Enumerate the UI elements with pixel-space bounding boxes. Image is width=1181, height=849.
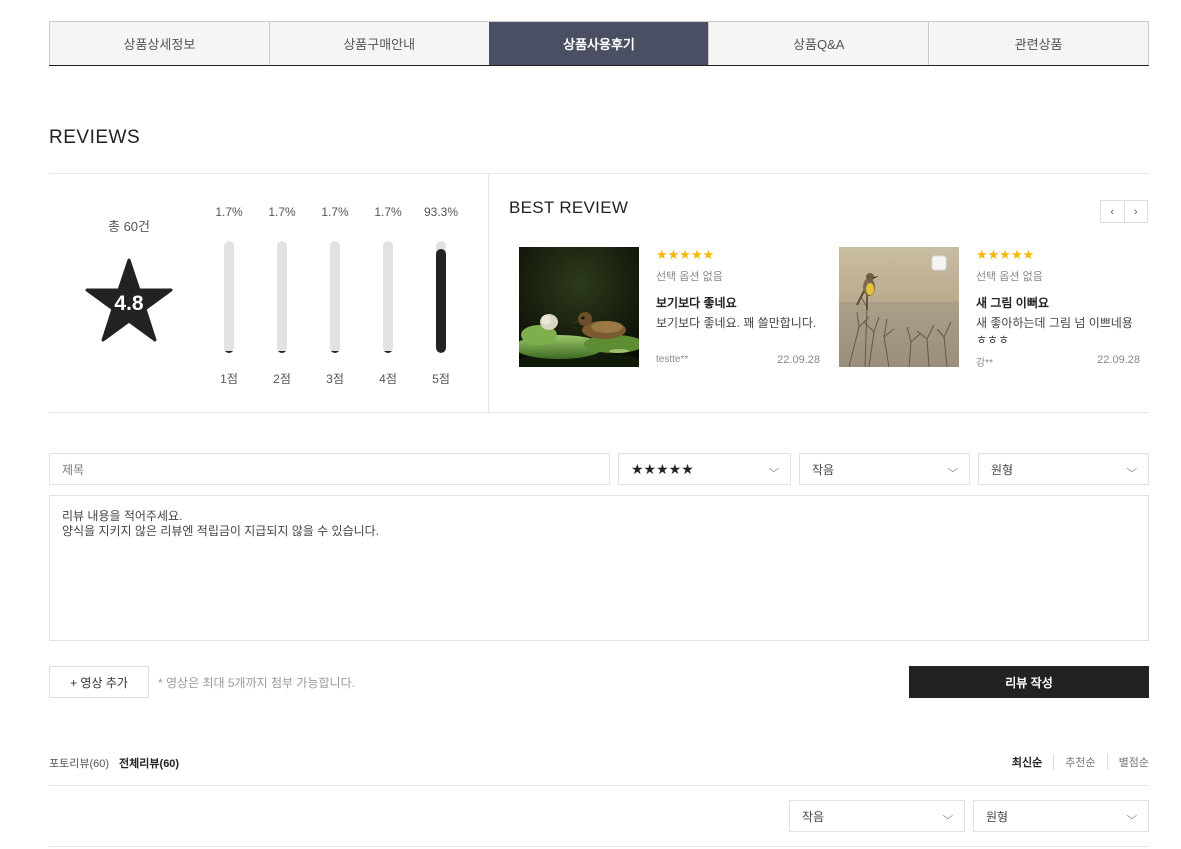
review-option: 선택 옵션 없음 [976,271,1043,283]
review-title: 새 그림 이뻐요 [976,296,1049,310]
rating-label: 5점 [432,372,450,386]
rating-label: 3점 [326,372,344,386]
rating-label: 1점 [220,372,238,386]
rating-bar-track [436,241,446,353]
sort-latest[interactable]: 최신순 [1001,754,1053,770]
review-title-input[interactable]: 제목 [49,453,610,485]
tab-detail[interactable]: 상품상세정보 [49,22,269,65]
chevron-right-icon[interactable]: › [1123,201,1148,222]
rating-bar-fill [383,350,393,353]
rating-bar-2: 1.7% 2점 [262,205,302,387]
submit-review-button[interactable]: 리뷰 작성 [909,666,1149,698]
tab-all-reviews[interactable]: 전체리뷰(60) [119,755,179,771]
chevron-down-icon: ⌵ [1126,463,1138,475]
tab-related[interactable]: 관련상품 [928,22,1149,65]
divider [488,174,489,412]
rating-label: 2점 [273,372,291,386]
rating-bar-fill [330,350,340,353]
divider [49,785,1149,786]
best-review-heading: BEST REVIEW [509,198,629,217]
rating-percent: 1.7% [321,205,349,219]
add-video-button[interactable]: + 영상 추가 [49,666,149,698]
rating-bar-track [277,241,287,353]
divider [49,846,1149,847]
review-summary: 총 60건 4.8 1.7% 1점 1.7% 2점 1.7% 3점 1.7% 4… [49,173,1149,413]
rating-bar-fill [224,350,234,353]
rating-percent: 1.7% [268,205,296,219]
best-review-card[interactable]: ★★★★★ 선택 옵션 없음 새 그림 이뻐요 새 좋아하는데 그림 넘 이쁘네… [839,247,1140,369]
rating-percent: 1.7% [215,205,243,219]
rating-percent: 1.7% [374,205,402,219]
review-list-tabs: 포토리뷰(60) 전체리뷰(60) [49,755,179,771]
tab-qna[interactable]: 상품Q&A [708,22,929,65]
review-photo-duckling[interactable] [519,247,639,367]
size-select[interactable]: 작음 ⌵ [799,453,970,485]
chevron-left-icon[interactable]: ‹ [1101,201,1124,222]
review-total: 총 60건 [108,219,150,234]
review-text: 새 좋아하는데 그림 넘 이쁘네용 ㅎㅎㅎ [976,316,1133,347]
sort-recommended[interactable]: 추천순 [1053,754,1106,770]
rating-stars: ★★★★★ [976,247,1035,262]
review-photo-bird[interactable] [839,247,959,367]
tab-reviews[interactable]: 상품사용후기 [488,22,709,65]
tab-photo-reviews[interactable]: 포토리뷰(60) [49,755,109,771]
rating-bar-track [224,241,234,353]
rating-bar-fill [436,248,446,353]
filter-shape-select[interactable]: 원형 ⌵ [973,800,1149,832]
rating-bar-4: 1.7% 4점 [368,205,408,387]
rating-bar-fill [277,350,287,353]
review-title: 보기보다 좋네요 [656,296,737,310]
filter-size-value: 작음 [802,809,825,824]
review-author: 강** [976,358,993,369]
filter-size-select[interactable]: 작음 ⌵ [789,800,965,832]
reviews-heading: REVIEWS [49,127,141,148]
rating-select-value: ★★★★★ [631,460,694,477]
review-content-textarea[interactable]: 리뷰 내용을 적어주세요. 양식을 지키지 않은 리뷰엔 적립금이 지급되지 않… [49,495,1149,641]
review-content: ★★★★★ 선택 옵션 없음 보기보다 좋네요 보기보다 좋네요. 꽤 쓸만합니… [656,247,820,369]
textarea-placeholder-line: 양식을 지키지 않은 리뷰엔 적립금이 지급되지 않을 수 있습니다. [62,524,380,538]
rating-bar-1: 1.7% 1점 [209,205,249,387]
sort-rating[interactable]: 별점순 [1106,754,1149,770]
carousel-nav: ‹ › [1100,200,1148,223]
review-date: 22.09.28 [1097,354,1140,366]
rating-bar-track [383,241,393,353]
chevron-down-icon: ⌵ [768,463,780,475]
review-content: ★★★★★ 선택 옵션 없음 새 그림 이뻐요 새 좋아하는데 그림 넘 이쁘네… [976,247,1140,369]
video-note: * 영상은 최대 5개까지 첨부 가능합니다. [158,676,355,690]
product-tabs: 상품상세정보 상품구매안내 상품사용후기 상품Q&A 관련상품 [49,21,1149,66]
tab-purchase-guide[interactable]: 상품구매안내 [268,22,489,65]
rating-percent: 93.3% [423,205,459,219]
shape-select[interactable]: 원형 ⌵ [978,453,1149,485]
textarea-placeholder-line: 리뷰 내용을 적어주세요. [62,509,183,523]
average-score: 4.8 [114,292,144,315]
review-date: 22.09.28 [777,354,820,366]
rating-bar-5: 93.3% 5점 [421,205,461,387]
chevron-down-icon: ⌵ [1126,810,1138,822]
chevron-down-icon: ⌵ [947,463,959,475]
best-review-card[interactable]: ★★★★★ 선택 옵션 없음 보기보다 좋네요 보기보다 좋네요. 꽤 쓸만합니… [519,247,820,369]
rating-select[interactable]: ★★★★★ ⌵ [618,453,791,485]
rating-stars: ★★★★★ [656,247,715,262]
shape-select-value: 원형 [991,462,1014,477]
rating-bar-3: 1.7% 3점 [315,205,355,387]
rating-bar-track [330,241,340,353]
sort-options: 최신순 추천순 별점순 [1001,754,1149,770]
rating-label: 4점 [379,372,397,386]
size-select-value: 작음 [812,462,835,477]
review-author: testte** [656,354,689,365]
filter-shape-value: 원형 [986,809,1009,824]
review-text: 보기보다 좋네요. 꽤 쓸만합니다. [656,316,817,330]
chevron-down-icon: ⌵ [942,810,954,822]
review-option: 선택 옵션 없음 [656,271,723,283]
average-score-star: 4.8 [85,258,173,344]
